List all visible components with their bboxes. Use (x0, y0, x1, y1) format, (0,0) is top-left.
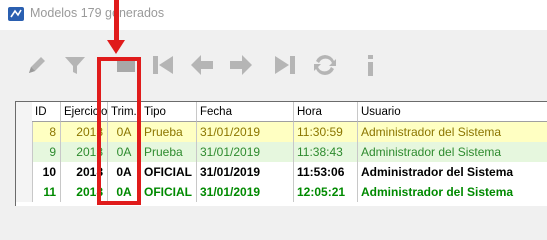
next-record-icon[interactable] (228, 52, 254, 78)
table-row[interactable]: 11 2018 0A OFICIAL 31/01/2019 12:05:21 A… (16, 182, 547, 202)
first-record-icon[interactable] (150, 52, 176, 78)
column-header-tipo[interactable]: Tipo (141, 102, 197, 122)
cell-tipo: Prueba (141, 122, 197, 142)
annotation-arrow-head-icon (107, 40, 125, 54)
row-indicator (16, 162, 33, 182)
row-indicator (16, 142, 33, 162)
table-row[interactable]: 10 2018 0A OFICIAL 31/01/2019 11:53:06 A… (16, 162, 547, 182)
cell-fecha: 31/01/2019 (197, 182, 294, 202)
table-row[interactable]: 8 2018 0A Prueba 31/01/2019 11:30:59 Adm… (16, 122, 547, 142)
last-record-icon[interactable] (272, 52, 298, 78)
cell-usuario: Administrador del Sistema (361, 145, 502, 159)
row-indicator-header (16, 102, 33, 122)
pencil-icon[interactable] (24, 52, 50, 78)
table-header: ID Ejercicio Trim. Tipo Fecha Hora Usuar… (16, 102, 547, 122)
cell-tipo: OFICIAL (141, 182, 197, 202)
cell-tipo: OFICIAL (141, 162, 197, 182)
cell-usuario: Administrador del Sistema (361, 185, 514, 199)
cell-usuario: Administrador del Sistema (361, 125, 502, 139)
filter-icon[interactable] (62, 52, 88, 78)
column-header-usuario[interactable]: Usuario (358, 102, 547, 122)
column-header-id[interactable]: ID (32, 102, 61, 122)
toolbar (0, 30, 547, 100)
cell-hora: 12:05:21 (294, 182, 358, 202)
info-icon[interactable] (358, 52, 384, 78)
title-bar: Modelos 179 generados (0, 0, 547, 30)
cell-id: 9 (32, 142, 61, 162)
cell-hora: 11:38:43 (294, 142, 358, 162)
cell-fecha: 31/01/2019 (197, 162, 294, 182)
cell-fecha: 31/01/2019 (197, 122, 294, 142)
models-table: ID Ejercicio Trim. Tipo Fecha Hora Usuar… (15, 101, 547, 206)
cell-hora: 11:53:06 (294, 162, 358, 182)
cell-tipo: Prueba (141, 142, 197, 162)
trim-column-highlight-box (97, 57, 141, 205)
cell-id: 8 (32, 122, 61, 142)
column-header-hora[interactable]: Hora (294, 102, 358, 122)
cell-id: 11 (32, 182, 61, 202)
row-indicator (16, 182, 33, 202)
cell-fecha: 31/01/2019 (197, 142, 294, 162)
row-indicator (16, 122, 33, 142)
previous-record-icon[interactable] (189, 52, 215, 78)
cell-id: 10 (32, 162, 61, 182)
app-icon (8, 7, 24, 21)
cell-usuario: Administrador del Sistema (361, 165, 514, 179)
annotation-arrow-shaft (114, 0, 119, 44)
table-row[interactable]: 9 2018 0A Prueba 31/01/2019 11:38:43 Adm… (16, 142, 547, 162)
refresh-icon[interactable] (312, 52, 338, 78)
cell-hora: 11:30:59 (294, 122, 358, 142)
window-title: Modelos 179 generados (30, 6, 165, 20)
column-header-fecha[interactable]: Fecha (197, 102, 294, 122)
